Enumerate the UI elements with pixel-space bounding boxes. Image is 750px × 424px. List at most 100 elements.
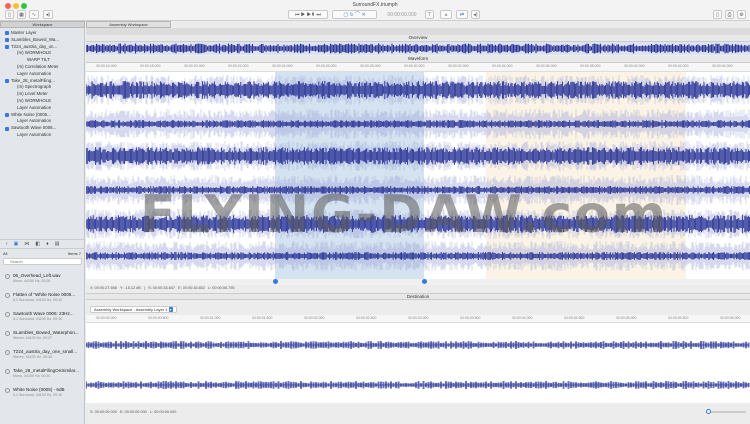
selection-start-handle[interactable]: [273, 279, 278, 284]
markers-tab-icon[interactable]: ♦: [46, 241, 49, 247]
file-list-item[interactable]: Sawtooth Wave 0006: 23Hz... 5.1 Surround,…: [4, 308, 82, 325]
layer-name: Sawtooth Wave 0006...: [11, 125, 57, 131]
layer-name: (m) Correlation Meter: [17, 63, 59, 69]
file-info: Mono, 44100 Hz, 00:05: [13, 279, 51, 283]
ruler-tick-label: 00:00:44.000: [712, 64, 733, 68]
checkbox[interactable]: [5, 38, 9, 43]
layer-select[interactable]: Assembly Workspace - Assembly Layer 1 ▾: [90, 306, 177, 313]
file-list-item[interactable]: White Noise (0005) - 6dB 5.1 Surround, 44…: [4, 384, 82, 401]
ruler-tick-label: 00:00:34.000: [492, 64, 513, 68]
layer-name: Layer Automation: [17, 104, 52, 110]
layer-name: Layer Automation: [17, 118, 52, 124]
tab-workspace[interactable]: Workspace: [0, 21, 85, 28]
layer-tree-item[interactable]: WARP TILT: [5, 57, 59, 64]
link-icon[interactable]: ⇄: [456, 10, 468, 19]
file-icon: [5, 388, 10, 393]
layer-name: Layer Automation: [17, 70, 52, 76]
waveform-icon[interactable]: ∿: [29, 10, 39, 19]
print-icon[interactable]: ⎙: [725, 10, 734, 19]
file-name: T224_austria_day_one_small...: [13, 349, 78, 354]
file-icon: [5, 369, 10, 374]
layer-name: SLambles_Bowed_Wa...: [11, 36, 59, 42]
chevron-down-icon: ▾: [168, 307, 173, 312]
ruler-tick-label: 00:00:04.000: [512, 316, 533, 320]
layer-tree-item[interactable]: (m) Correlation Meter: [5, 64, 59, 71]
file-list-item[interactable]: T224_austria_day_one_small... Stereo, 441…: [4, 346, 82, 363]
clips-tab-icon[interactable]: ◧: [35, 241, 40, 247]
transport-controls[interactable]: ⏮ ▶ ▶▮ ⏭: [288, 10, 328, 19]
layer-name: (m) Level Meter: [17, 91, 48, 97]
inspector-icon[interactable]: ▯: [713, 10, 722, 19]
file-list-item[interactable]: Take_28_metalFilingOnSimilar... Mono, 441…: [4, 365, 82, 382]
marker-icon[interactable]: ⊤: [425, 10, 434, 19]
layer-tree-item[interactable]: Sawtooth Wave 0006...: [5, 125, 59, 132]
ruler-tick-label: 00:00:26.000: [316, 64, 337, 68]
ruler-tick-label: 00:00:05.000: [616, 316, 637, 320]
layer-name: T224_austria_day_on...: [11, 43, 58, 49]
sidebar-toggle-icon[interactable]: ▯: [5, 10, 14, 19]
library-tab-icon[interactable]: ▤: [55, 241, 60, 247]
layer-tree-item[interactable]: (m) WORMHOLE: [5, 98, 59, 105]
ruler-tick-label: 00:00:18.000: [140, 64, 161, 68]
file-info: 5.1 Surround, 44100 Hz, 00:10: [13, 298, 63, 302]
snap-icon[interactable]: ⩚: [440, 10, 452, 19]
zoom-slider[interactable]: [706, 409, 746, 414]
grid-icon[interactable]: ▦: [17, 10, 26, 19]
layer-tree-item[interactable]: Master Layer: [5, 30, 59, 37]
overview-waveform[interactable]: [86, 42, 750, 55]
layer-tree-item[interactable]: (m) WORMHOLE: [5, 50, 59, 57]
checkbox[interactable]: [5, 126, 9, 131]
overview-header: Overview: [86, 35, 750, 42]
gear-icon[interactable]: ⚙: [737, 10, 746, 19]
title-bar: SurroundFX.triumph ▯ ▦ ∿ ◂) ⏮ ▶ ▶▮ ⏭ ▢ ↻…: [0, 0, 750, 21]
ruler-tick-label: 00:00:06.000: [720, 316, 741, 320]
volume-icon[interactable]: ◂): [471, 10, 480, 19]
ruler-tick-label: 00:00:00.500: [148, 316, 169, 320]
destination-status: S: 00:00:00.000 E: 00:00:00.000 L: 00:00…: [90, 410, 177, 414]
loop-controls[interactable]: ▢ ↻ ⌒ ✕: [332, 10, 377, 19]
items-count: Items 7: [67, 251, 81, 256]
ruler-tick-label: 00:00:00.000: [96, 316, 117, 320]
layer-tree-item[interactable]: Take_28_metalFiling...: [5, 78, 59, 85]
checkbox[interactable]: [5, 78, 9, 83]
destination-ruler[interactable]: 00:00:00.000 00:00:00.500 00:00:01.000 00:0…: [86, 315, 750, 323]
file-name: Take_28_metalFilingOnSimilar...: [13, 368, 79, 373]
layer-tree-item[interactable]: T224_austria_day_on...: [5, 44, 59, 51]
ruler-tick-label: 00:00:01.500: [252, 316, 273, 320]
layer-tree-item[interactable]: Layer Automation: [5, 71, 59, 78]
selection-end-handle[interactable]: [422, 279, 427, 284]
speaker-icon[interactable]: ◂): [43, 10, 53, 19]
layer-tree-item[interactable]: SLambles_Bowed_Wa...: [5, 37, 59, 44]
destination-waveform[interactable]: [86, 323, 750, 403]
effects-tab-icon[interactable]: ⋈: [24, 241, 29, 247]
ruler-tick-label: 00:00:28.000: [360, 64, 381, 68]
file-list-item[interactable]: 06_Overhead_Left.wav Mono, 44100 Hz, 00:0…: [4, 270, 82, 287]
layer-tree-item[interactable]: (m) Level Meter: [5, 91, 59, 98]
back-icon[interactable]: ‹: [6, 241, 8, 247]
filter-all[interactable]: All: [3, 251, 7, 256]
window-title: SurroundFX.triumph: [352, 2, 398, 8]
file-info: Mono, 44100 Hz, 00:30: [13, 374, 51, 378]
checkbox[interactable]: [5, 44, 9, 49]
files-tab-icon[interactable]: ▣: [14, 241, 19, 247]
search-input[interactable]: [3, 258, 82, 265]
waveform-view[interactable]: [86, 72, 750, 279]
file-list-item[interactable]: SLambles_Bowed_Waterphon... Stereo, 44100…: [4, 327, 82, 344]
layer-tree-item[interactable]: Layer Automation: [5, 132, 59, 139]
layer-tree-item[interactable]: (m) Spectrograph: [5, 84, 59, 91]
tab-assembly-workspace[interactable]: Assembly Workspace: [86, 21, 171, 28]
file-list-item[interactable]: Flatten of "White Noise 0005... 5.1 Surro…: [4, 289, 82, 306]
time-ruler[interactable]: 00:00:16.000 00:00:18.000 00:00:20.000 00:0…: [86, 63, 750, 72]
checkbox[interactable]: [5, 112, 9, 117]
ruler-tick-label: 00:00:42.000: [668, 64, 689, 68]
ruler-tick-label: 00:00:36.000: [536, 64, 557, 68]
layer-tree-item[interactable]: Layer Automation: [5, 118, 59, 125]
checkbox[interactable]: [5, 31, 9, 36]
ruler-tick-label: 00:00:38.000: [580, 64, 601, 68]
ruler-tick-label: 00:00:01.000: [200, 316, 221, 320]
layer-tree-item[interactable]: Layer Automation: [5, 105, 59, 112]
layer-tree-item[interactable]: White Noise (0005...: [5, 112, 59, 119]
file-name: Sawtooth Wave 0006: 23Hz...: [13, 311, 74, 316]
selection-handles[interactable]: [86, 279, 750, 285]
ruler-tick-label: 00:00:03.500: [460, 316, 481, 320]
